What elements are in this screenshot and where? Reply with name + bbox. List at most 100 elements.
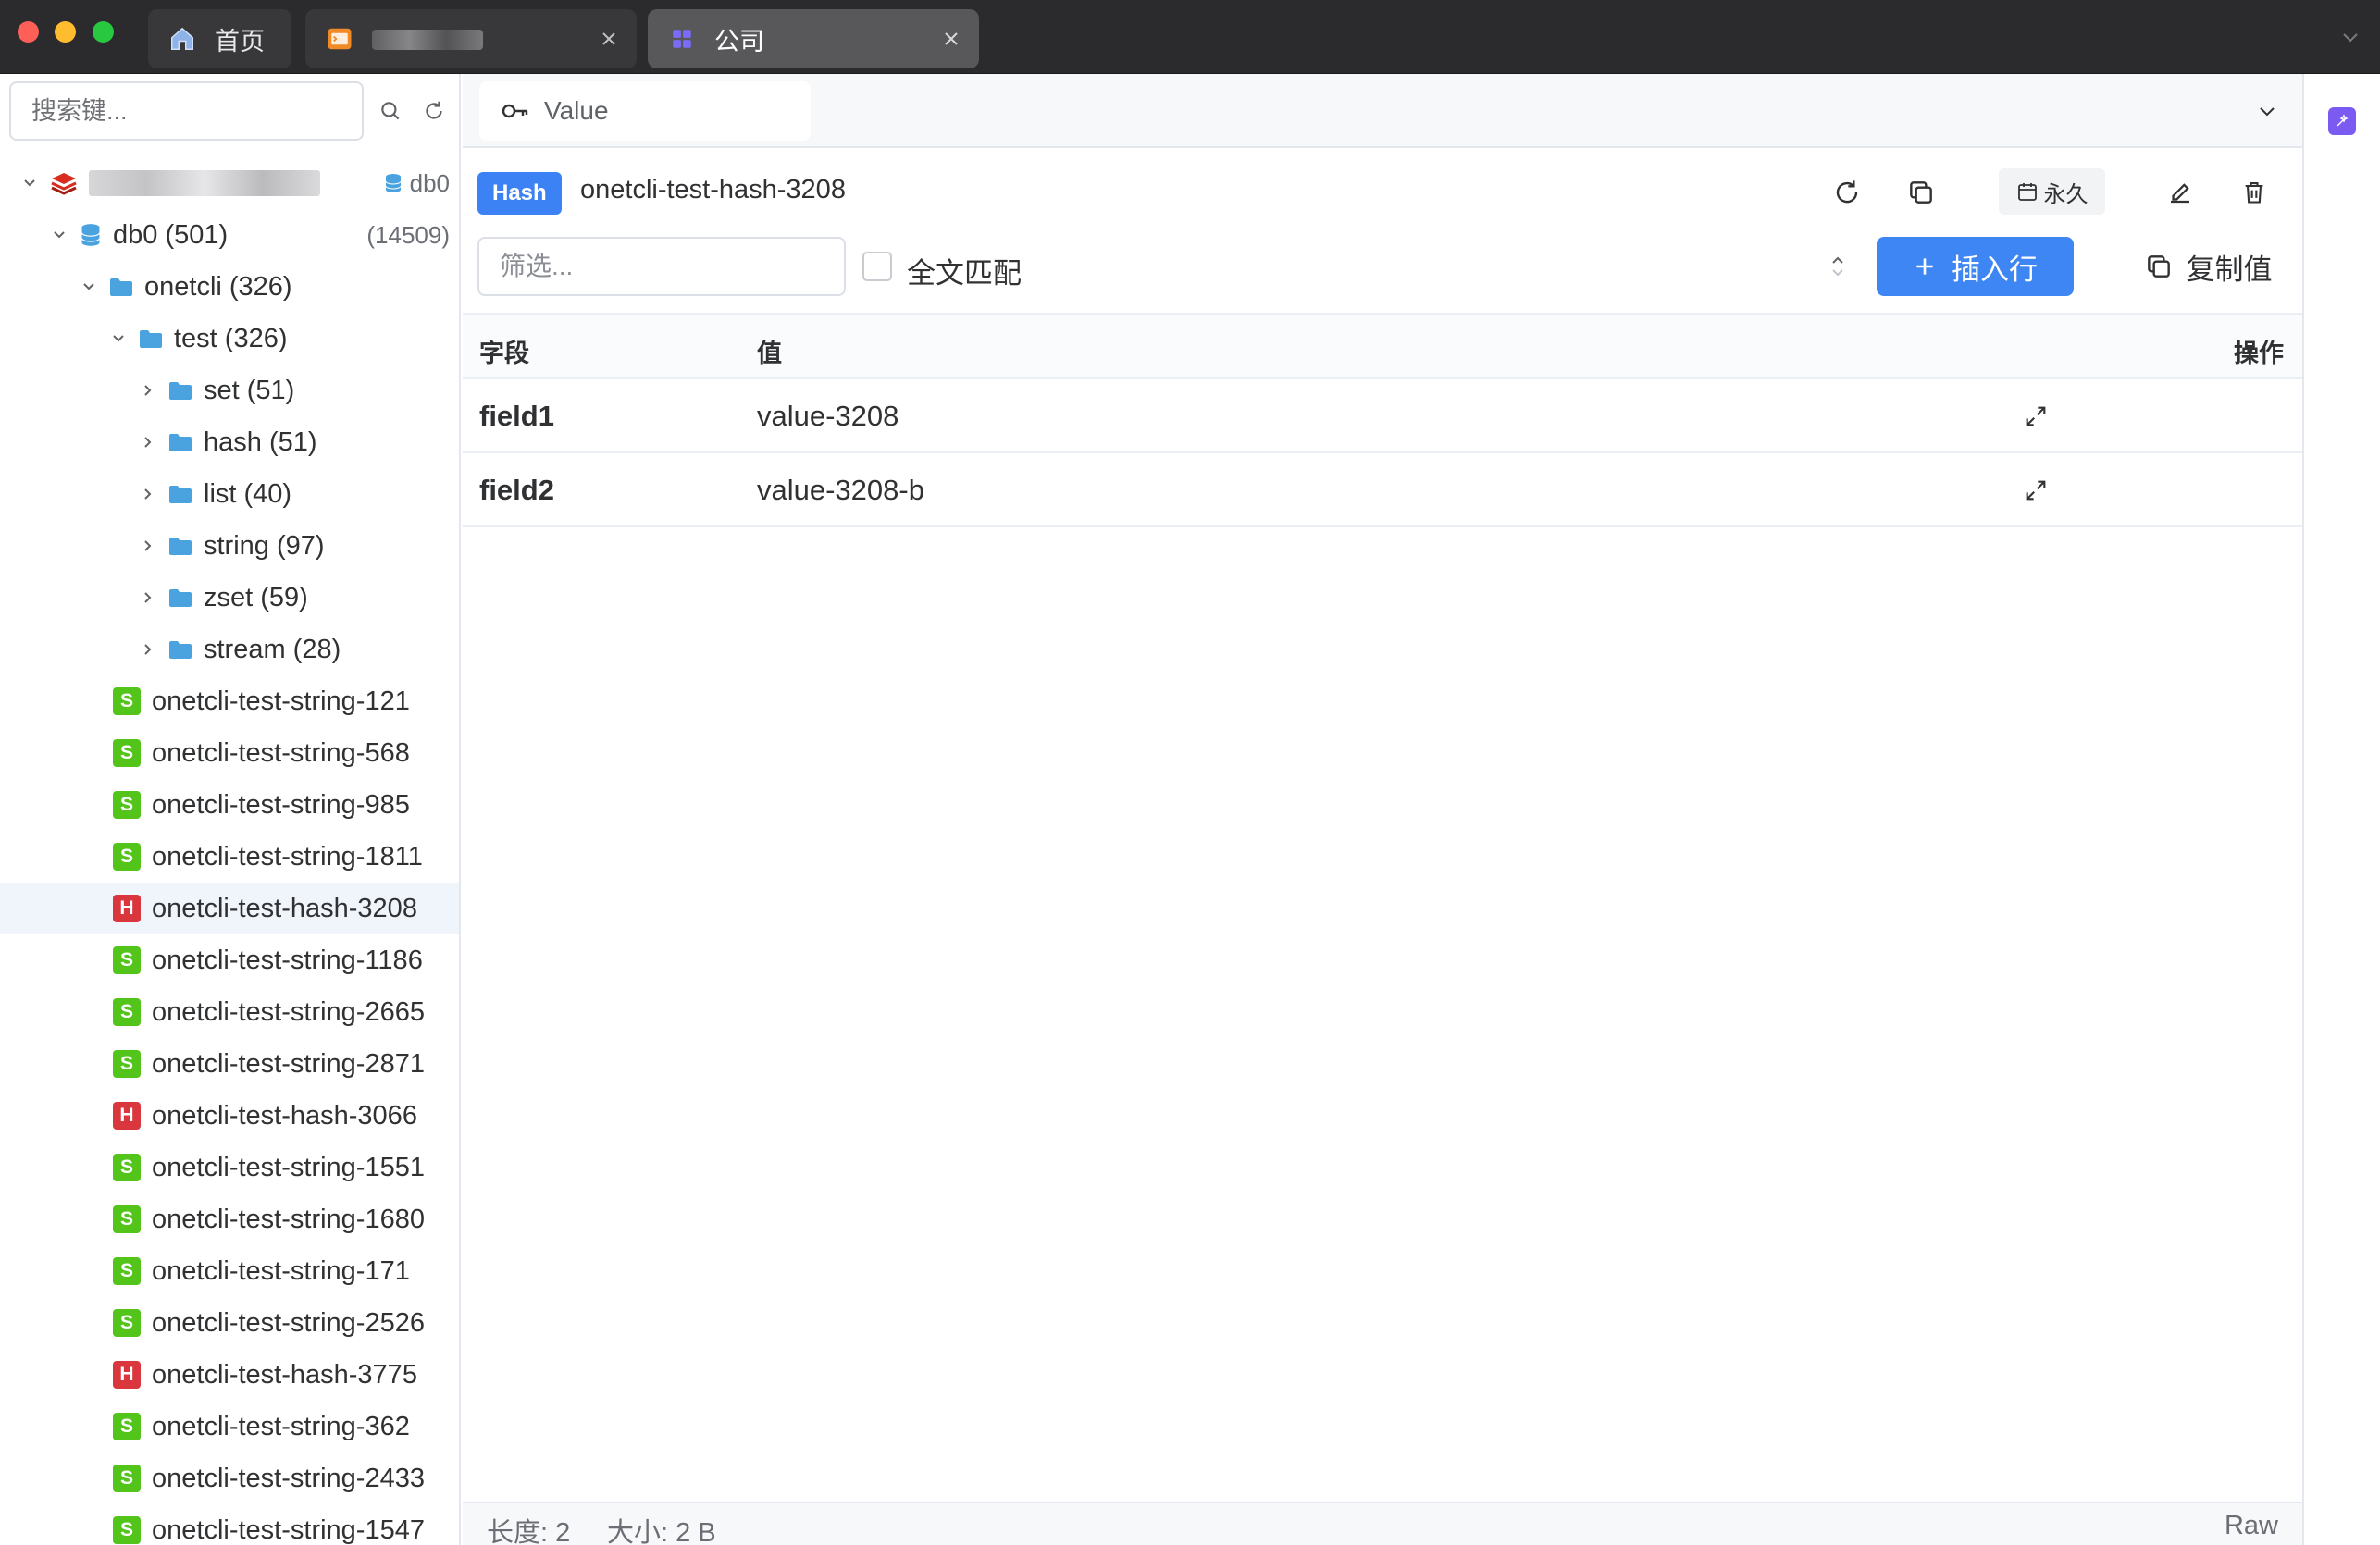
key-tree: db0 db0 (501) (14509) onetcli (326) test… [0,157,459,1545]
key-search-input[interactable] [31,96,362,126]
tree-node-label: hash (51) [204,426,317,457]
delete-icon[interactable] [2234,172,2275,213]
tab-company[interactable]: 公司 [648,9,979,68]
filter-field[interactable] [477,237,846,296]
database-icon [385,174,402,192]
expand-icon[interactable] [2017,472,2054,509]
value-tab-bar: Value [463,74,2302,148]
tree-connection-node[interactable]: db0 [0,157,459,209]
string-type-badge: S [113,1257,141,1285]
string-type-badge: S [113,1050,141,1078]
key-item[interactable]: Sonetcli-test-string-2665 [0,986,459,1038]
key-name: onetcli-test-string-121 [152,686,410,716]
chevron-down-icon[interactable] [46,222,72,248]
key-item[interactable]: Sonetcli-test-string-1547 [0,1504,459,1545]
table-row[interactable]: field1 value-3208 [463,379,2302,453]
close-tab-icon[interactable] [590,20,627,57]
key-name: onetcli-test-hash-3066 [152,1100,417,1131]
tree-folder-hash[interactable]: hash (51) [0,416,459,468]
title-bar: 首页 公司 [0,0,2380,74]
tree-folder-onetcli[interactable]: onetcli (326) [0,261,459,313]
edit-icon[interactable] [2160,172,2200,213]
chevron-right-icon[interactable] [135,429,161,455]
search-icon[interactable] [374,94,407,128]
home-icon [167,23,198,55]
close-window-button[interactable] [18,21,39,43]
copy-key-icon[interactable] [1901,172,1941,213]
table-row[interactable]: field2 value-3208-b [463,453,2302,527]
key-item[interactable]: Sonetcli-test-string-2433 [0,1452,459,1504]
tab-label: 首页 [215,27,265,56]
key-item[interactable]: Sonetcli-test-string-362 [0,1401,459,1452]
tree-folder-list[interactable]: list (40) [0,468,459,520]
zoom-window-button[interactable] [93,21,114,43]
connection-db-label: db0 [384,169,450,198]
key-title: onetcli-test-hash-3208 [580,175,846,204]
tree-node-label: zset (59) [204,582,308,612]
column-header-value[interactable]: 值 [757,333,782,369]
filter-input[interactable] [500,252,844,281]
string-type-badge: S [113,791,141,819]
string-type-badge: S [113,1154,141,1181]
chevron-down-icon[interactable] [2250,94,2284,128]
chevron-down-icon[interactable] [17,170,43,196]
fulltext-checkbox[interactable] [862,252,892,281]
app-window: 首页 公司 搜索键... db0 db0 (501) (14509) onetc… [0,0,2380,1545]
key-name: onetcli-test-string-1186 [152,945,423,975]
key-search-field[interactable] [9,81,364,141]
key-name: onetcli-test-string-1680 [152,1204,425,1234]
key-item-selected[interactable]: Honetcli-test-hash-3208 [0,883,459,934]
chevron-right-icon[interactable] [135,585,161,611]
column-header-field[interactable]: 字段 [479,333,529,369]
key-item[interactable]: Sonetcli-test-string-2871 [0,1038,459,1090]
ai-assistant-icon[interactable] [2328,107,2356,135]
key-item[interactable]: Honetcli-test-hash-3066 [0,1090,459,1142]
tree-node-label: test (326) [174,323,288,353]
key-item[interactable]: Honetcli-test-hash-3775 [0,1349,459,1401]
chevron-right-icon[interactable] [135,533,161,559]
chevron-right-icon[interactable] [135,377,161,403]
key-item[interactable]: Sonetcli-test-string-985 [0,779,459,831]
key-name: onetcli-test-string-1551 [152,1152,425,1182]
key-item[interactable]: Sonetcli-test-string-1551 [0,1142,459,1193]
sort-toggle-icon[interactable] [1819,248,1856,285]
string-type-badge: S [113,687,141,715]
key-item[interactable]: Sonetcli-test-string-568 [0,727,459,779]
format-selector[interactable]: Raw [2225,1511,2278,1541]
key-item[interactable]: Sonetcli-test-string-1680 [0,1193,459,1245]
tree-folder-set[interactable]: set (51) [0,365,459,416]
chevron-down-icon[interactable] [105,326,131,352]
key-item[interactable]: Sonetcli-test-string-1186 [0,934,459,986]
tab-terminal-connection[interactable] [305,9,637,68]
tab-home[interactable]: 首页 [148,9,291,68]
tree-folder-zset[interactable]: zset (59) [0,572,459,624]
key-name: onetcli-test-hash-3208 [152,893,417,923]
string-type-badge: S [113,1309,141,1337]
chevron-right-icon[interactable] [135,481,161,507]
chevron-down-icon[interactable] [76,274,102,300]
tree-folder-test[interactable]: test (326) [0,313,459,365]
expand-icon[interactable] [2017,398,2054,435]
table-header: 字段 值 操作 [463,313,2302,379]
tree-folder-string[interactable]: string (97) [0,520,459,572]
tree-db-node[interactable]: db0 (501) (14509) [0,209,459,261]
key-item[interactable]: Sonetcli-test-string-1811 [0,831,459,883]
refresh-icon[interactable] [417,94,451,128]
key-item[interactable]: Sonetcli-test-string-121 [0,675,459,727]
tabs-overflow-chevron-icon[interactable] [2334,20,2367,54]
tab-value[interactable]: Value [479,81,811,141]
copy-icon [2147,255,2170,278]
close-tab-icon[interactable] [933,20,970,57]
key-item[interactable]: Sonetcli-test-string-2526 [0,1297,459,1349]
string-type-badge: S [113,1465,141,1492]
insert-row-button[interactable]: 插入行 [1877,237,2074,296]
ttl-button[interactable]: 永久 [1999,168,2105,215]
copy-value-button[interactable]: 复制值 [2115,237,2300,296]
tree-folder-stream[interactable]: stream (28) [0,624,459,675]
fulltext-label[interactable]: 全文匹配 [907,250,1022,291]
key-item[interactable]: Sonetcli-test-string-171 [0,1245,459,1297]
reload-icon[interactable] [1827,172,1867,213]
chevron-right-icon[interactable] [135,637,161,662]
string-type-badge: S [113,946,141,974]
minimize-window-button[interactable] [55,21,76,43]
